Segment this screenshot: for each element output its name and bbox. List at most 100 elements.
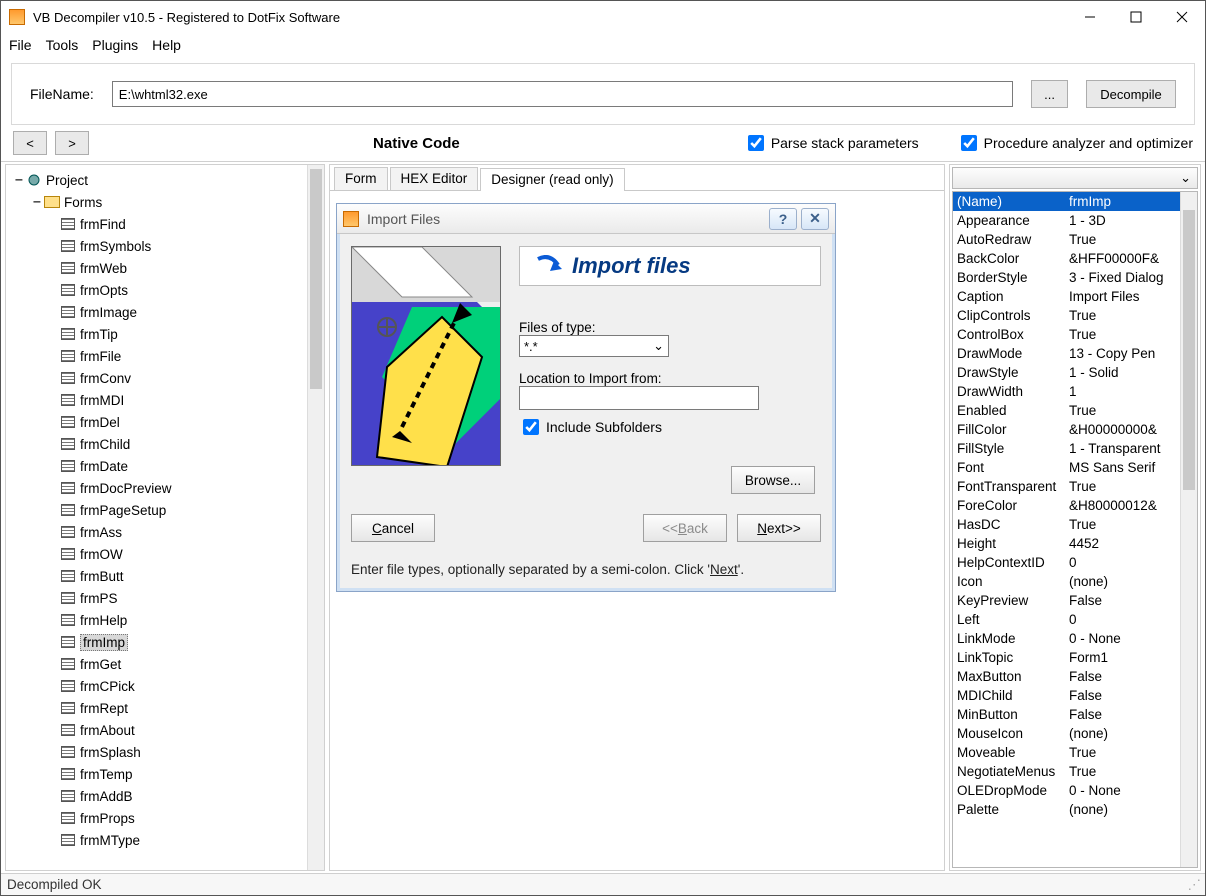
tree-item[interactable]: frmImp xyxy=(12,631,322,653)
property-row[interactable]: AutoRedrawTrue xyxy=(953,230,1197,249)
nav-back-button[interactable]: < xyxy=(13,131,47,155)
cancel-button[interactable]: Cancel xyxy=(351,514,435,542)
preview-close-button[interactable]: ✕ xyxy=(801,208,829,230)
property-row[interactable]: MDIChildFalse xyxy=(953,686,1197,705)
browse-file-button[interactable]: ... xyxy=(1031,80,1068,108)
tree-item[interactable]: frmPS xyxy=(12,587,322,609)
tree-forms[interactable]: −Forms xyxy=(12,191,322,213)
tree-item[interactable]: frmDate xyxy=(12,455,322,477)
parse-stack-checkbox[interactable]: Parse stack parameters xyxy=(744,132,919,154)
tree-item[interactable]: frmConv xyxy=(12,367,322,389)
property-row[interactable]: Left0 xyxy=(953,610,1197,629)
tree-item[interactable]: frmAss xyxy=(12,521,322,543)
menu-file[interactable]: File xyxy=(9,37,32,53)
property-row[interactable]: LinkTopicForm1 xyxy=(953,648,1197,667)
back-button[interactable]: << Back xyxy=(643,514,727,542)
property-row[interactable]: FillColor&H00000000& xyxy=(953,420,1197,439)
tree-item[interactable]: frmAbout xyxy=(12,719,322,741)
tree-item[interactable]: frmMType xyxy=(12,829,322,851)
tree-item[interactable]: frmTip xyxy=(12,323,322,345)
property-row[interactable]: LinkMode0 - None xyxy=(953,629,1197,648)
property-row[interactable]: CaptionImport Files xyxy=(953,287,1197,306)
property-row[interactable]: Appearance1 - 3D xyxy=(953,211,1197,230)
property-row[interactable]: MoveableTrue xyxy=(953,743,1197,762)
procedure-analyzer-checkbox[interactable]: Procedure analyzer and optimizer xyxy=(957,132,1193,154)
nav-forward-button[interactable]: > xyxy=(55,131,89,155)
tree-item[interactable]: frmPageSetup xyxy=(12,499,322,521)
tree-item[interactable]: frmFile xyxy=(12,345,322,367)
tree-item[interactable]: frmSymbols xyxy=(12,235,322,257)
property-selector[interactable]: ⌄ xyxy=(952,167,1198,189)
tree-item[interactable]: frmRept xyxy=(12,697,322,719)
property-row[interactable]: DrawMode13 - Copy Pen xyxy=(953,344,1197,363)
menu-plugins[interactable]: Plugins xyxy=(92,37,138,53)
property-row[interactable]: Height4452 xyxy=(953,534,1197,553)
property-row[interactable]: DrawWidth1 xyxy=(953,382,1197,401)
property-row[interactable]: BackColor&HFF00000F& xyxy=(953,249,1197,268)
tree-item[interactable]: frmOW xyxy=(12,543,322,565)
tree-item[interactable]: frmImage xyxy=(12,301,322,323)
tree-root[interactable]: −Project xyxy=(12,169,322,191)
tree-item[interactable]: frmWeb xyxy=(12,257,322,279)
tab-form[interactable]: Form xyxy=(334,167,388,190)
chevron-down-icon: ⌄ xyxy=(653,338,664,354)
maximize-button[interactable] xyxy=(1113,1,1159,33)
property-row[interactable]: DrawStyle1 - Solid xyxy=(953,363,1197,382)
project-tree-pane[interactable]: −Project−FormsfrmFindfrmSymbolsfrmWebfrm… xyxy=(5,164,325,871)
tree-scrollbar[interactable] xyxy=(307,165,324,870)
preview-help-button[interactable]: ? xyxy=(769,208,797,230)
tree-item[interactable]: frmAddB xyxy=(12,785,322,807)
property-row[interactable]: BorderStyle3 - Fixed Dialog xyxy=(953,268,1197,287)
menu-tools[interactable]: Tools xyxy=(46,37,79,53)
location-input[interactable] xyxy=(519,386,759,410)
tree-item[interactable]: frmProps xyxy=(12,807,322,829)
decompile-button[interactable]: Decompile xyxy=(1086,80,1176,108)
tree-item[interactable]: frmGet xyxy=(12,653,322,675)
property-row[interactable]: NegotiateMenusTrue xyxy=(953,762,1197,781)
tab-hex[interactable]: HEX Editor xyxy=(390,167,479,190)
tree-item[interactable]: frmMDI xyxy=(12,389,322,411)
tree-item[interactable]: frmSplash xyxy=(12,741,322,763)
property-row[interactable]: OLEDropMode0 - None xyxy=(953,781,1197,800)
property-row[interactable]: FillStyle1 - Transparent xyxy=(953,439,1197,458)
tree-item[interactable]: frmHelp xyxy=(12,609,322,631)
tree-item[interactable]: frmButt xyxy=(12,565,322,587)
property-row[interactable]: HelpContextID0 xyxy=(953,553,1197,572)
close-button[interactable] xyxy=(1159,1,1205,33)
minimize-button[interactable] xyxy=(1067,1,1113,33)
property-row[interactable]: Palette(none) xyxy=(953,800,1197,819)
next-button[interactable]: Next >> xyxy=(737,514,821,542)
include-subfolders-checkbox[interactable]: Include Subfolders xyxy=(519,416,821,438)
menu-help[interactable]: Help xyxy=(152,37,181,53)
wizard-image xyxy=(351,246,501,466)
tree-item[interactable]: frmOpts xyxy=(12,279,322,301)
property-row[interactable]: ClipControlsTrue xyxy=(953,306,1197,325)
resize-grip[interactable]: ⋰ xyxy=(1188,877,1200,893)
property-row[interactable]: MaxButtonFalse xyxy=(953,667,1197,686)
tab-designer[interactable]: Designer (read only) xyxy=(480,168,624,191)
property-grid[interactable]: (Name)frmImpAppearance1 - 3DAutoRedrawTr… xyxy=(952,191,1198,868)
browse-location-button[interactable]: Browse... xyxy=(731,466,815,494)
property-row[interactable]: EnabledTrue xyxy=(953,401,1197,420)
tree-item[interactable]: frmFind xyxy=(12,213,322,235)
tree-item[interactable]: frmTemp xyxy=(12,763,322,785)
tree-item[interactable]: frmDocPreview xyxy=(12,477,322,499)
property-row[interactable]: MouseIcon(none) xyxy=(953,724,1197,743)
property-row[interactable]: (Name)frmImp xyxy=(953,192,1197,211)
property-pane: ⌄ (Name)frmImpAppearance1 - 3DAutoRedraw… xyxy=(949,164,1201,871)
filename-input[interactable] xyxy=(112,81,1013,107)
property-row[interactable]: FontMS Sans Serif xyxy=(953,458,1197,477)
files-of-type-combo[interactable]: *.* ⌄ xyxy=(519,335,669,357)
tree-item[interactable]: frmCPick xyxy=(12,675,322,697)
tree-item[interactable]: frmChild xyxy=(12,433,322,455)
property-row[interactable]: MinButtonFalse xyxy=(953,705,1197,724)
property-row[interactable]: Icon(none) xyxy=(953,572,1197,591)
tree-item[interactable]: frmDel xyxy=(12,411,322,433)
property-row[interactable]: ControlBoxTrue xyxy=(953,325,1197,344)
property-scrollbar[interactable] xyxy=(1180,192,1197,867)
property-row[interactable]: FontTransparentTrue xyxy=(953,477,1197,496)
titlebar: VB Decompiler v10.5 - Registered to DotF… xyxy=(1,1,1205,33)
property-row[interactable]: KeyPreviewFalse xyxy=(953,591,1197,610)
property-row[interactable]: HasDCTrue xyxy=(953,515,1197,534)
property-row[interactable]: ForeColor&H80000012& xyxy=(953,496,1197,515)
